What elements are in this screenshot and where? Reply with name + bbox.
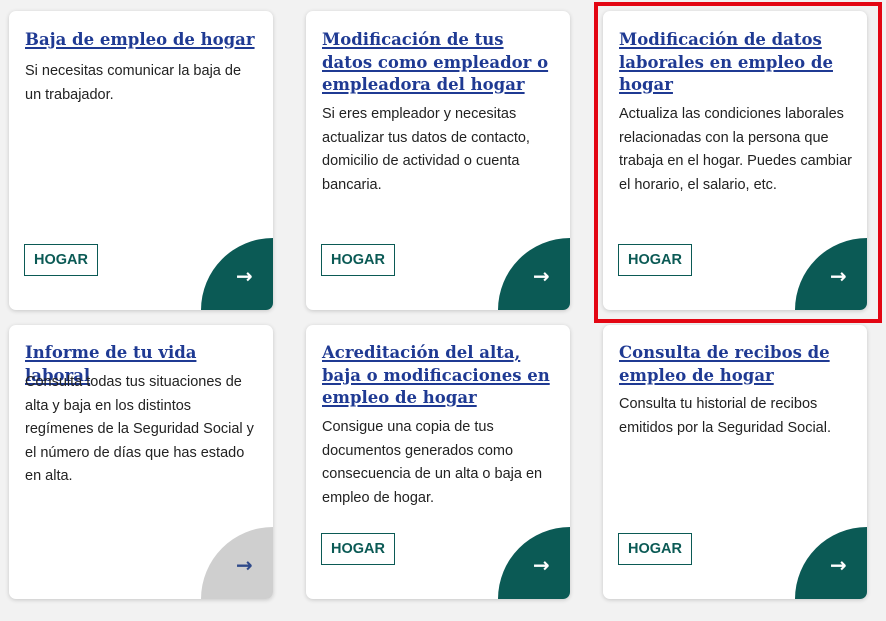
- card-description: Si necesitas comunicar la baja de un tra…: [25, 63, 242, 103]
- hogar-tag[interactable]: HOGAR: [618, 244, 692, 276]
- card-description: Si eres empleador y necesitas actualizar…: [322, 106, 530, 193]
- arrow-right-icon: →: [830, 553, 847, 577]
- card-title-link[interactable]: Consulta de recibos de empleo de hogar: [619, 342, 853, 387]
- card-acreditacion-alta-baja[interactable]: Acreditación del alta, baja o modificaci…: [306, 325, 570, 599]
- card-informe-vida-laboral[interactable]: Informe de tu vida laboral Consulta toda…: [9, 325, 273, 599]
- go-arrow-button[interactable]: →: [498, 238, 570, 310]
- card-title-link[interactable]: Modificación de tus datos como empleador…: [322, 29, 556, 97]
- card-description: Actualiza las condiciones laborales rela…: [619, 106, 852, 193]
- hogar-tag[interactable]: HOGAR: [24, 244, 98, 276]
- card-baja-empleo-hogar[interactable]: Baja de empleo de hogar Si necesitas com…: [9, 11, 273, 310]
- hogar-tag[interactable]: HOGAR: [321, 533, 395, 565]
- go-arrow-button[interactable]: →: [498, 527, 570, 599]
- go-arrow-button[interactable]: →: [795, 238, 867, 310]
- arrow-right-icon: →: [830, 264, 847, 288]
- card-modificacion-datos-empleador[interactable]: Modificación de tus datos como empleador…: [306, 11, 570, 310]
- card-modificacion-datos-laborales[interactable]: Modificación de datos laborales en emple…: [603, 11, 867, 310]
- card-title-link[interactable]: Modificación de datos laborales en emple…: [619, 29, 853, 97]
- go-arrow-button[interactable]: →: [201, 238, 273, 310]
- go-arrow-button[interactable]: →: [201, 527, 273, 599]
- card-title-link[interactable]: Acreditación del alta, baja o modificaci…: [322, 342, 556, 410]
- card-consulta-recibos[interactable]: Consulta de recibos de empleo de hogar C…: [603, 325, 867, 599]
- arrow-right-icon: →: [236, 264, 253, 288]
- card-description: Consulta todas tus situaciones de alta y…: [25, 374, 254, 484]
- arrow-right-icon: →: [533, 553, 550, 577]
- hogar-tag[interactable]: HOGAR: [618, 533, 692, 565]
- go-arrow-button[interactable]: →: [795, 527, 867, 599]
- card-description: Consigue una copia de tus documentos gen…: [322, 419, 543, 506]
- card-title-link[interactable]: Baja de empleo de hogar: [25, 29, 259, 52]
- arrow-right-icon: →: [533, 264, 550, 288]
- hogar-tag[interactable]: HOGAR: [321, 244, 395, 276]
- card-description: Consulta tu historial de recibos emitido…: [619, 396, 831, 436]
- arrow-right-icon: →: [236, 553, 253, 577]
